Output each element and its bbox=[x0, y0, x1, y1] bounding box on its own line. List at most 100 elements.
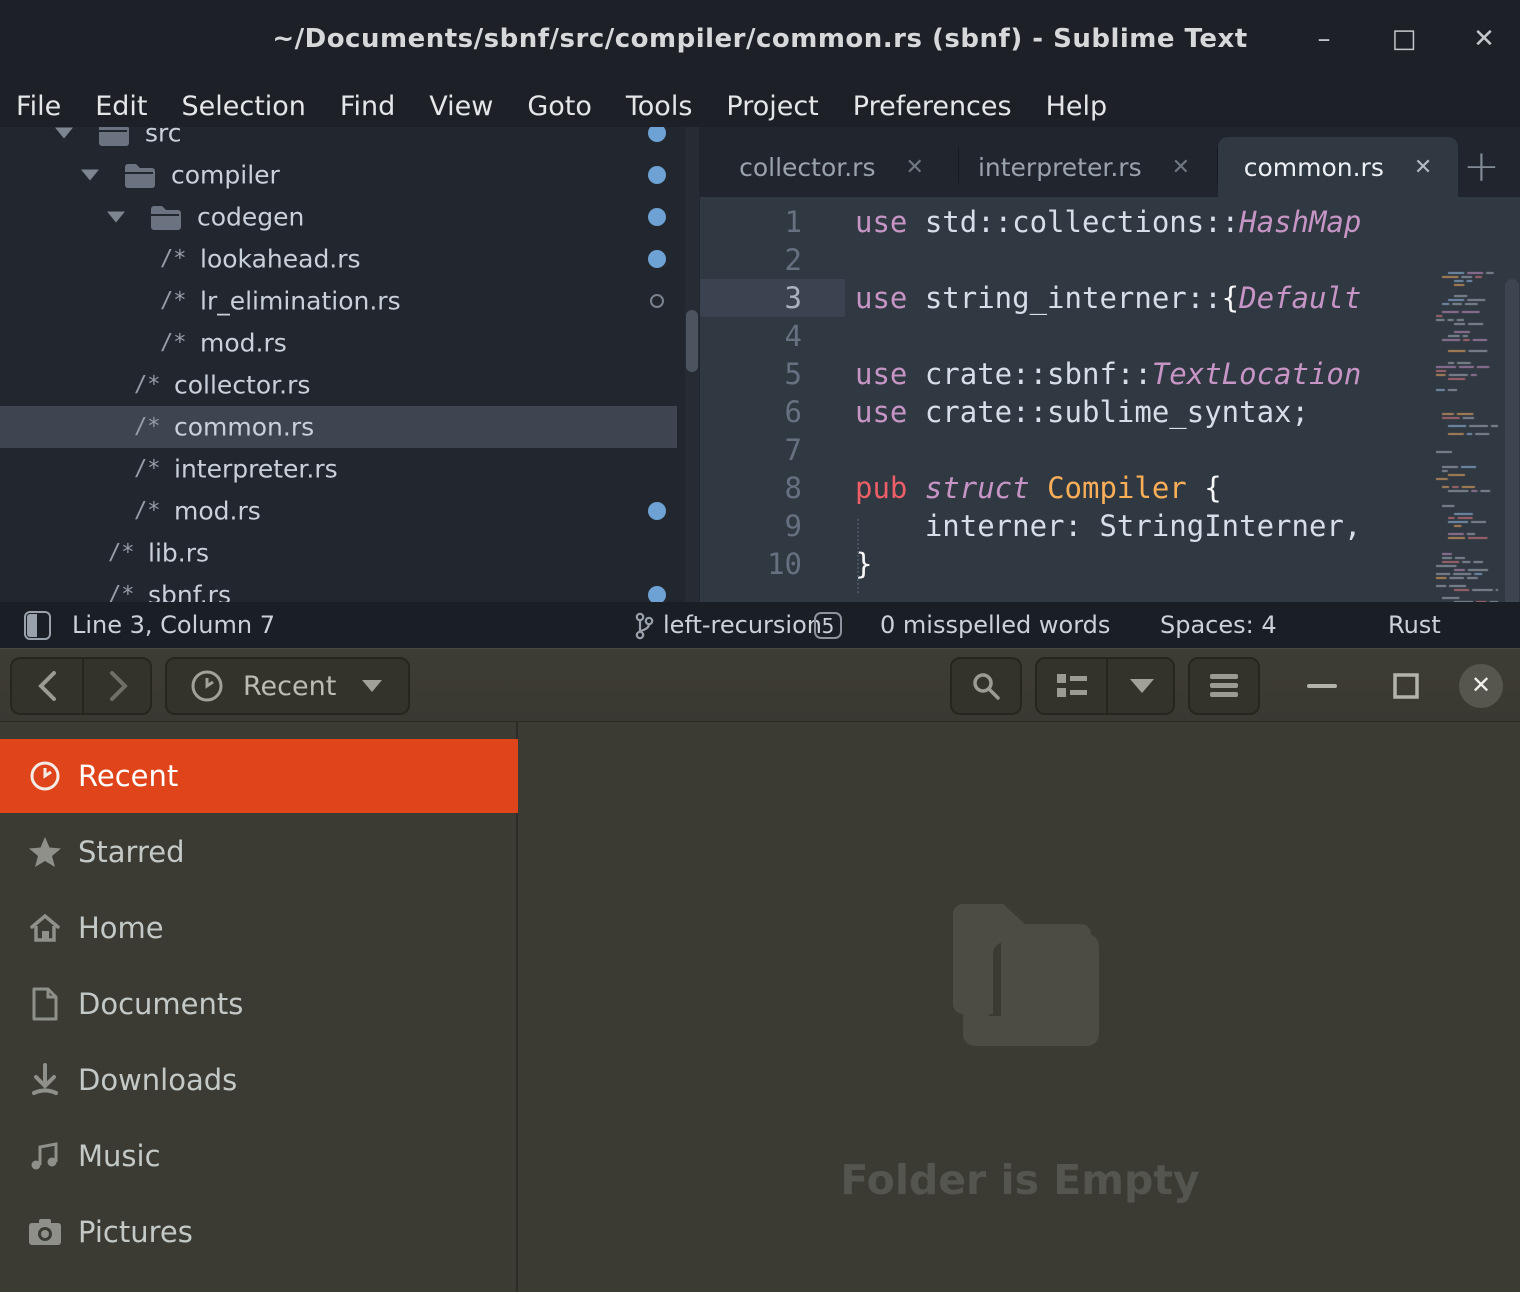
menu-view[interactable]: View bbox=[429, 91, 493, 122]
files-close-button[interactable]: ✕ bbox=[1459, 664, 1503, 708]
tree-item-label: compiler bbox=[171, 161, 280, 190]
expand-arrow-icon[interactable] bbox=[107, 212, 125, 223]
menu-tools[interactable]: Tools bbox=[626, 91, 693, 122]
code-line-6[interactable]: 6use crate::sublime_syntax; bbox=[700, 393, 1520, 431]
files-minimize-button[interactable] bbox=[1300, 649, 1344, 723]
editor-pane: collector.rs✕interpreter.rs✕common.rs✕ +… bbox=[700, 127, 1520, 602]
tab-close-icon[interactable]: ✕ bbox=[1172, 155, 1190, 180]
sidebar-item-downloads[interactable]: Downloads bbox=[0, 1043, 518, 1117]
code-text: use std::collections::HashMap bbox=[855, 203, 1361, 241]
tree-item-label: collector.rs bbox=[174, 371, 310, 400]
maximize-button[interactable]: □ bbox=[1384, 24, 1424, 54]
sidebar-item-pictures[interactable]: Pictures bbox=[0, 1195, 518, 1269]
line-number: 2 bbox=[700, 241, 802, 279]
line-number: 5 bbox=[700, 355, 802, 393]
tree-file-common-rs[interactable]: /*common.rs bbox=[0, 406, 677, 448]
vertical-scrollbar-thumb[interactable] bbox=[1505, 279, 1519, 602]
expand-arrow-icon[interactable] bbox=[55, 128, 73, 139]
tree-file-lookahead-rs[interactable]: /*lookahead.rs bbox=[0, 238, 700, 280]
code-line-8[interactable]: 8pub struct Compiler { bbox=[700, 469, 1520, 507]
new-tab-button[interactable]: + bbox=[1463, 141, 1500, 192]
sidebar-item-label: Home bbox=[78, 911, 164, 945]
tree-item-label: lib.rs bbox=[148, 539, 209, 568]
files-window: Recent bbox=[0, 648, 1520, 1292]
file-tree-scrollbar[interactable] bbox=[685, 127, 699, 602]
cursor-position: Line 3, Column 7 bbox=[72, 611, 275, 639]
sidebar-item-documents[interactable]: Documents bbox=[0, 967, 518, 1041]
code-editor[interactable]: 1 use std::collections::HashMap23use stri… bbox=[700, 197, 1520, 602]
syntax-status[interactable]: Rust bbox=[1388, 611, 1441, 639]
files-maximize-button[interactable] bbox=[1384, 649, 1428, 723]
tab-common-rs[interactable]: common.rs✕ bbox=[1218, 137, 1458, 197]
code-line-7[interactable]: 7 bbox=[700, 431, 1520, 469]
tree-file-sbnf-rs[interactable]: /*sbnf.rs bbox=[0, 574, 700, 602]
document-icon bbox=[28, 987, 62, 1021]
close-button[interactable]: ✕ bbox=[1464, 24, 1504, 54]
tab-interpreter-rs[interactable]: interpreter.rs✕ bbox=[956, 137, 1212, 197]
tab-bar: collector.rs✕interpreter.rs✕common.rs✕ bbox=[700, 127, 1520, 197]
tree-file-mod-rs[interactable]: /*mod.rs bbox=[0, 322, 700, 364]
file-tree: src compiler codegen/*lookahead.rs/*lr_eli… bbox=[0, 127, 700, 602]
tab-close-icon[interactable]: ✕ bbox=[1414, 155, 1432, 180]
menu-goto[interactable]: Goto bbox=[527, 91, 592, 122]
code-line-9[interactable]: 9 interner: StringInterner, bbox=[700, 507, 1520, 545]
hamburger-menu-button[interactable] bbox=[1188, 657, 1260, 715]
tab-collector-rs[interactable]: collector.rs✕ bbox=[710, 137, 953, 197]
code-line-3[interactable]: 3use string_interner::{Default bbox=[700, 279, 1520, 317]
git-branch-label[interactable]: left-recursion bbox=[663, 611, 822, 639]
rust-file-icon: /* bbox=[134, 373, 161, 398]
sidebar-toggle-icon[interactable] bbox=[24, 611, 51, 640]
forward-button[interactable] bbox=[84, 659, 154, 713]
file-tree-scrollbar-thumb[interactable] bbox=[686, 310, 698, 372]
tree-file-collector-rs[interactable]: /* collector.rs bbox=[0, 364, 700, 406]
list-view-button[interactable] bbox=[1037, 659, 1106, 713]
code-line-1[interactable]: 1 use std::collections::HashMap bbox=[700, 203, 1520, 241]
location-button[interactable]: Recent bbox=[165, 657, 410, 715]
modified-dot-badge bbox=[648, 208, 666, 226]
search-button[interactable] bbox=[950, 657, 1022, 715]
code-line-4[interactable]: 4 bbox=[700, 317, 1520, 355]
files-sidebar: RecentStarred Home DocumentsDownloadsMusic… bbox=[0, 722, 518, 1292]
line-number: 9 bbox=[700, 507, 802, 545]
line-number: 1 bbox=[700, 203, 802, 241]
sidebar-item-label: Pictures bbox=[78, 1215, 193, 1249]
sidebar-item-home[interactable]: Home bbox=[0, 891, 518, 965]
sidebar-item-music[interactable]: Music bbox=[0, 1119, 518, 1193]
tree-file-mod-rs[interactable]: /*mod.rs bbox=[0, 490, 700, 532]
tree-file-interpreter-rs[interactable]: /*interpreter.rs bbox=[0, 448, 700, 490]
menu-file[interactable]: File bbox=[16, 91, 61, 122]
code-line-2[interactable]: 2 bbox=[700, 241, 1520, 279]
rust-file-icon: /* bbox=[108, 541, 135, 566]
code-line-10[interactable]: 10} bbox=[700, 545, 1520, 583]
tree-folder-src[interactable]: src bbox=[0, 127, 700, 154]
code-text: pub struct Compiler { bbox=[855, 469, 1222, 507]
tree-folder-compiler[interactable]: compiler bbox=[0, 154, 700, 196]
menu-project[interactable]: Project bbox=[726, 91, 818, 122]
view-options-button[interactable] bbox=[1108, 659, 1176, 713]
files-content: Folder is Empty bbox=[520, 722, 1520, 1292]
sidebar-item-starred[interactable]: Starred bbox=[0, 815, 518, 889]
line-number: 7 bbox=[700, 431, 802, 469]
expand-arrow-icon[interactable] bbox=[81, 170, 99, 181]
menu-help[interactable]: Help bbox=[1046, 91, 1108, 122]
indentation-status[interactable]: Spaces: 4 bbox=[1160, 611, 1277, 639]
star-icon bbox=[28, 836, 62, 868]
tab-close-icon[interactable]: ✕ bbox=[905, 155, 923, 180]
tree-file-lr_elimination-rs[interactable]: /*lr_elimination.rs bbox=[0, 280, 700, 322]
menu-edit[interactable]: Edit bbox=[95, 91, 147, 122]
menu-find[interactable]: Find bbox=[340, 91, 395, 122]
back-button[interactable] bbox=[12, 659, 82, 713]
minimize-button[interactable]: – bbox=[1304, 24, 1344, 54]
minimap[interactable] bbox=[1434, 270, 1502, 602]
rust-file-icon: /* bbox=[134, 457, 161, 482]
sidebar-item-recent[interactable]: Recent bbox=[0, 739, 518, 813]
tree-folder-codegen[interactable]: codegen bbox=[0, 196, 700, 238]
tree-file-lib-rs[interactable]: /* lib.rs bbox=[0, 532, 700, 574]
menu-preferences[interactable]: Preferences bbox=[853, 91, 1012, 122]
menu-selection[interactable]: Selection bbox=[181, 91, 305, 122]
search-icon bbox=[970, 670, 1002, 702]
clock-icon bbox=[189, 668, 225, 704]
rust-file-icon: /* bbox=[134, 415, 161, 440]
spellcheck-status[interactable]: 0 misspelled words bbox=[880, 611, 1110, 639]
code-line-5[interactable]: 5use crate::sbnf::TextLocation bbox=[700, 355, 1520, 393]
